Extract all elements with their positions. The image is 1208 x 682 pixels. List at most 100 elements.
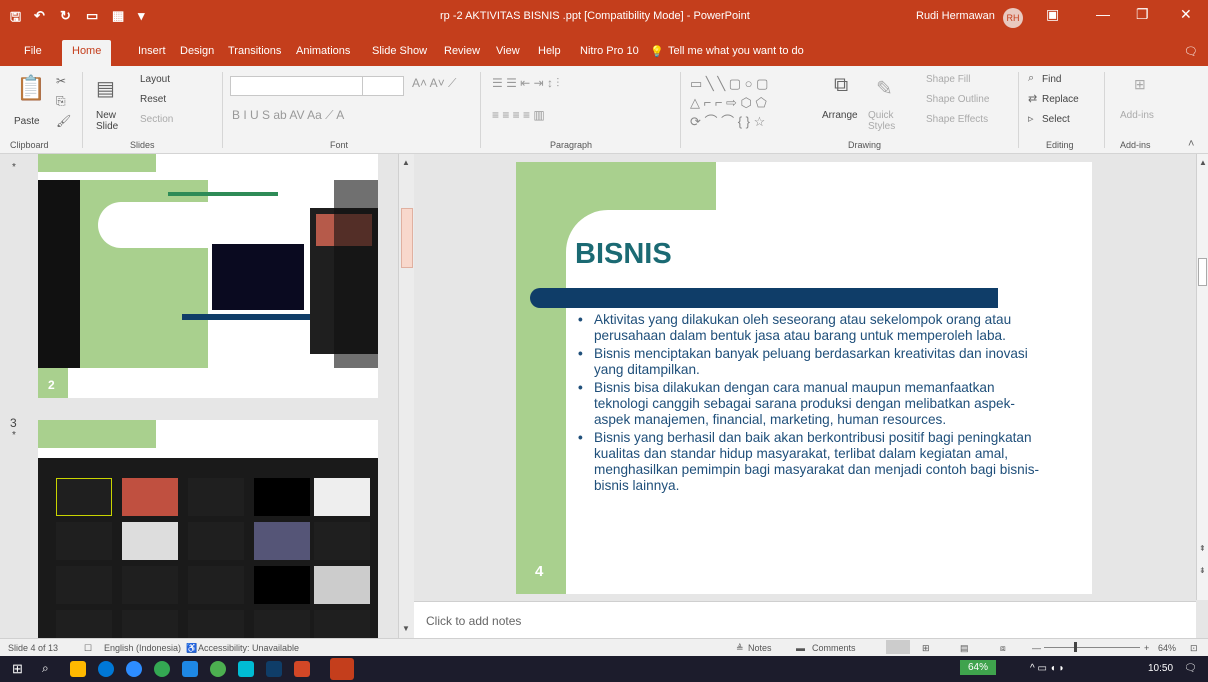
notes-button[interactable]: Notes: [748, 643, 772, 653]
start-from-beginning-icon[interactable]: ▭: [86, 8, 98, 24]
app-icon[interactable]: [238, 661, 254, 677]
ribbon-display-options-icon[interactable]: ▣: [1046, 6, 1059, 23]
slide-thumbnail-2[interactable]: 2: [38, 154, 378, 398]
comments-button[interactable]: Comments: [812, 643, 856, 653]
previous-slide-icon[interactable]: ⇞: [1199, 544, 1206, 553]
clock[interactable]: 10:50: [1148, 663, 1173, 674]
shapes-gallery[interactable]: ▭ ╲ ╲ ▢ ○ ▢ △ ⌐ ⌐ ⇨ ⬡ ⬠ ⟳ ⌒ ⌒ { } ☆: [690, 74, 806, 131]
alignment-icons[interactable]: ≡ ≡ ≡ ≡ ▥: [492, 108, 545, 122]
reset-button[interactable]: Reset: [140, 94, 166, 105]
zoom-out-icon[interactable]: —: [1032, 643, 1041, 653]
shape-outline-button[interactable]: Shape Outline: [926, 94, 989, 105]
tab-file[interactable]: File: [24, 45, 42, 57]
tab-review[interactable]: Review: [444, 45, 480, 57]
restore-button[interactable]: ❐: [1136, 6, 1149, 23]
section-button[interactable]: Section: [140, 114, 173, 125]
paste-button[interactable]: Paste: [14, 116, 40, 127]
save-icon[interactable]: 🖫: [10, 8, 21, 30]
battery-indicator[interactable]: 64%: [960, 660, 997, 675]
slide-title[interactable]: BISNIS: [575, 238, 672, 271]
scrollbar-thumb[interactable]: [401, 208, 413, 268]
grow-font-icon[interactable]: A˄ A˅ ⟋: [412, 76, 456, 91]
tab-transitions[interactable]: Transitions: [228, 45, 281, 57]
zoom-slider-thumb[interactable]: [1074, 642, 1077, 652]
shape-effects-button[interactable]: Shape Effects: [926, 114, 988, 125]
layout-button[interactable]: Layout: [140, 74, 170, 85]
new-slide-icon[interactable]: ▤: [96, 76, 115, 101]
scrollbar-thumb[interactable]: [1198, 258, 1207, 286]
next-slide-icon[interactable]: ⇟: [1199, 566, 1206, 575]
windows-start-icon[interactable]: ⊞: [12, 661, 23, 677]
tab-nitro-pro[interactable]: Nitro Pro 10: [580, 45, 639, 57]
shape-fill-button[interactable]: Shape Fill: [926, 74, 970, 85]
minimize-button[interactable]: —: [1096, 6, 1110, 22]
replace-button[interactable]: Replace: [1042, 94, 1079, 105]
scroll-up-icon[interactable]: ▲: [1199, 158, 1207, 167]
zoom-level[interactable]: 64%: [1158, 643, 1176, 653]
powerpoint-icon[interactable]: [294, 661, 310, 677]
find-icon[interactable]: ⌕: [1028, 72, 1034, 85]
thumbnails-scrollbar[interactable]: ▲ ▼: [398, 154, 414, 638]
new-slide-button[interactable]: New Slide: [96, 110, 132, 132]
add-ins-button[interactable]: Add-ins: [1120, 110, 1154, 121]
user-name[interactable]: Rudi Hermawan: [916, 10, 995, 22]
tab-insert[interactable]: Insert: [138, 45, 166, 57]
app-icon[interactable]: [266, 661, 282, 677]
select-icon[interactable]: ▹: [1028, 112, 1034, 125]
file-explorer-icon[interactable]: [70, 661, 86, 677]
slide-sorter-icon[interactable]: ⊞: [922, 643, 930, 654]
spell-check-icon[interactable]: ☐: [84, 643, 92, 654]
zoom-app-icon[interactable]: [126, 661, 142, 677]
tab-design[interactable]: Design: [180, 45, 214, 57]
powerpoint-active-window[interactable]: [330, 658, 354, 680]
language-indicator[interactable]: English (Indonesia): [104, 643, 181, 653]
avatar[interactable]: RH: [1003, 8, 1023, 28]
replace-icon[interactable]: ⇄: [1028, 92, 1037, 105]
slide-scrollbar[interactable]: ▲ ⇞ ⇟: [1196, 154, 1208, 600]
search-icon[interactable]: ⌕: [42, 661, 49, 676]
scroll-up-icon[interactable]: ▲: [402, 158, 410, 167]
tab-slide-show[interactable]: Slide Show: [372, 45, 427, 57]
bullets-icon[interactable]: ☰ ☰ ⇤ ⇥ ↕ ⫶: [492, 76, 559, 91]
arrange-icon[interactable]: ⧉: [834, 74, 848, 97]
format-painter-icon[interactable]: 🖌: [56, 114, 71, 128]
system-tray-icons[interactable]: ^ ▭ ◖ ◗: [1030, 663, 1065, 674]
normal-view-button[interactable]: [886, 640, 910, 654]
font-format-icons[interactable]: B I U S ab AV Aa ⟋ A: [232, 108, 344, 123]
reading-view-icon[interactable]: ▤: [960, 643, 969, 654]
zoom-in-icon[interactable]: +: [1144, 643, 1149, 653]
tab-home[interactable]: Home: [62, 40, 112, 66]
add-ins-icon[interactable]: ⊞: [1134, 76, 1146, 93]
slide-bullet-list[interactable]: Aktivitas yang dilakukan oleh seseorang …: [576, 312, 1046, 496]
redo-icon[interactable]: ↻: [60, 8, 71, 24]
cut-icon[interactable]: ✂: [56, 74, 66, 88]
app-icon[interactable]: [210, 661, 226, 677]
quick-styles-button[interactable]: Quick Styles: [868, 110, 902, 132]
paste-icon[interactable]: 📋: [16, 74, 46, 103]
accessibility-status[interactable]: Accessibility: Unavailable: [198, 643, 299, 653]
tab-view[interactable]: View: [496, 45, 520, 57]
tab-animations[interactable]: Animations: [296, 45, 350, 57]
notes-pane[interactable]: Click to add notes: [414, 601, 1196, 638]
close-button[interactable]: ✕: [1180, 6, 1192, 23]
undo-icon[interactable]: ↶: [34, 8, 45, 24]
scroll-down-icon[interactable]: ▼: [402, 624, 410, 633]
collapse-ribbon-icon[interactable]: ˄: [1188, 138, 1194, 150]
notifications-icon[interactable]: 🗨: [1184, 663, 1197, 674]
find-button[interactable]: Find: [1042, 74, 1061, 85]
copy-icon[interactable]: ⎘: [56, 94, 66, 109]
tell-me-search[interactable]: Tell me what you want to do: [668, 45, 804, 57]
fit-slide-icon[interactable]: ⊡: [1190, 643, 1198, 654]
select-button[interactable]: Select: [1042, 114, 1070, 125]
current-slide[interactable]: BISNIS Aktivitas yang dilakukan oleh ses…: [516, 162, 1092, 594]
touch-mode-icon[interactable]: ▦: [112, 8, 124, 24]
slide-thumbnail-3[interactable]: [38, 420, 378, 638]
comments-icon[interactable]: 🗨: [1184, 45, 1198, 58]
slide-show-icon[interactable]: ⧈: [1000, 643, 1006, 654]
tab-help[interactable]: Help: [538, 45, 561, 57]
browser-icon[interactable]: [154, 661, 170, 677]
font-size-input[interactable]: [362, 76, 404, 96]
zoom-slider[interactable]: [1044, 647, 1140, 648]
quick-styles-icon[interactable]: ✎: [876, 76, 893, 101]
arrange-button[interactable]: Arrange: [822, 110, 858, 121]
